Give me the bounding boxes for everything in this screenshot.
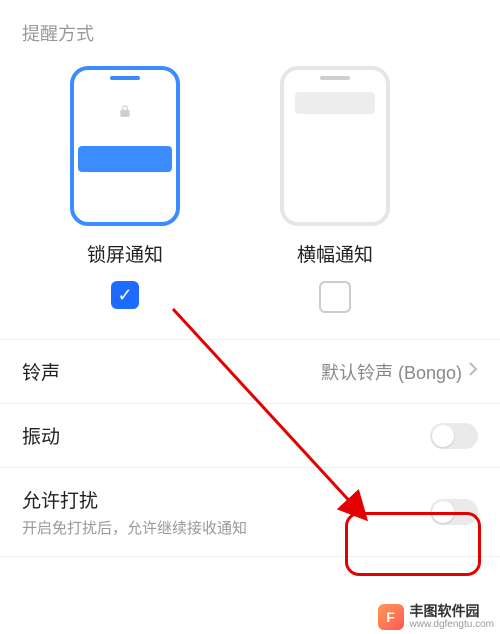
option-banner-label: 横幅通知 bbox=[297, 240, 373, 267]
row-vibrate[interactable]: 振动 bbox=[0, 404, 500, 468]
option-lockscreen-checkbox[interactable]: ✓ bbox=[111, 281, 139, 309]
ringtone-value: 默认铃声 (Bongo) bbox=[321, 359, 462, 385]
settings-list: 铃声 默认铃声 (Bongo) 振动 允许打扰 开启免打扰后，允许继续接收通知 bbox=[0, 339, 500, 557]
settings-page: 提醒方式 锁屏通知 ✓ 横幅通知 铃声 bbox=[0, 0, 500, 634]
option-banner-checkbox[interactable] bbox=[319, 281, 351, 313]
allow-disturb-label: 允许打扰 bbox=[22, 486, 247, 513]
section-title: 提醒方式 bbox=[0, 0, 500, 56]
lockscreen-preview bbox=[70, 66, 180, 226]
watermark: F 丰图软件园 www.dgfengtu.com bbox=[372, 600, 500, 634]
lock-icon bbox=[74, 104, 176, 121]
banner-notification-bar bbox=[295, 92, 375, 114]
allow-disturb-sub: 开启免打扰后，允许继续接收通知 bbox=[22, 517, 247, 538]
option-lockscreen[interactable]: 锁屏通知 ✓ bbox=[55, 66, 195, 313]
allow-disturb-switch[interactable] bbox=[430, 499, 478, 525]
phone-notch bbox=[110, 76, 140, 80]
phone-notch bbox=[320, 76, 350, 80]
watermark-title: 丰图软件园 bbox=[410, 604, 495, 619]
row-ringtone[interactable]: 铃声 默认铃声 (Bongo) bbox=[0, 340, 500, 404]
banner-preview bbox=[280, 66, 390, 226]
checkmark-icon: ✓ bbox=[117, 286, 132, 304]
allow-disturb-textcol: 允许打扰 开启免打扰后，允许继续接收通知 bbox=[22, 486, 247, 538]
option-banner[interactable]: 横幅通知 bbox=[265, 66, 405, 313]
lockscreen-notification-bar bbox=[78, 146, 172, 172]
notification-style-options: 锁屏通知 ✓ 横幅通知 bbox=[0, 56, 500, 313]
row-allow-disturb[interactable]: 允许打扰 开启免打扰后，允许继续接收通知 bbox=[0, 468, 500, 557]
vibrate-switch[interactable] bbox=[430, 423, 478, 449]
option-lockscreen-label: 锁屏通知 bbox=[87, 240, 163, 267]
chevron-right-icon bbox=[468, 361, 478, 382]
ringtone-value-group: 默认铃声 (Bongo) bbox=[321, 359, 478, 385]
watermark-url: www.dgfengtu.com bbox=[410, 619, 495, 630]
vibrate-label: 振动 bbox=[22, 422, 60, 449]
ringtone-label: 铃声 bbox=[22, 358, 60, 385]
watermark-text: 丰图软件园 www.dgfengtu.com bbox=[410, 604, 495, 630]
watermark-logo: F bbox=[378, 604, 404, 630]
